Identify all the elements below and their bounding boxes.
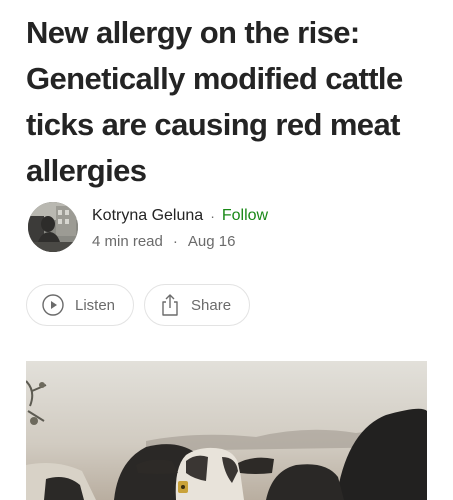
article-page: New allergy on the rise: Genetically mod… — [0, 0, 453, 500]
listen-button[interactable]: Listen — [26, 284, 135, 326]
share-label: Share — [191, 296, 232, 314]
share-upload-icon — [159, 293, 181, 317]
author-avatar[interactable] — [28, 202, 78, 252]
share-button[interactable]: Share — [144, 284, 251, 326]
author-info: Kotryna Geluna · Follow 4 min read · Aug… — [92, 204, 268, 254]
hero-image — [26, 361, 427, 500]
play-circle-icon — [41, 293, 65, 317]
article-title: New allergy on the rise: Genetically mod… — [26, 15, 403, 188]
author-byline: Kotryna Geluna · Follow 4 min read · Aug… — [28, 202, 428, 254]
follow-button[interactable]: Follow — [222, 207, 268, 225]
author-name[interactable]: Kotryna Geluna — [92, 207, 203, 225]
read-time: 4 min read — [92, 232, 163, 250]
meta-separator: · — [172, 232, 178, 250]
publish-date: Aug 16 — [187, 232, 236, 250]
article-actions: Listen Share — [26, 284, 251, 326]
author-line: Kotryna Geluna · Follow — [92, 204, 268, 228]
article-meta: 4 min read · Aug 16 — [92, 228, 268, 254]
listen-label: Listen — [75, 296, 116, 314]
author-separator: · — [210, 208, 215, 224]
